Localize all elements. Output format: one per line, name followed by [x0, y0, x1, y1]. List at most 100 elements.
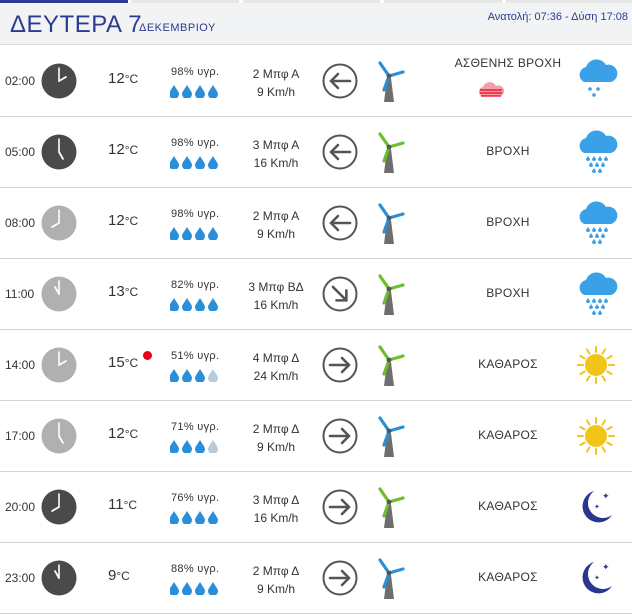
sun-icon [572, 340, 620, 390]
sunrise-sunset: Ανατολή: 07:36 - Δύση 17:08 [487, 11, 628, 23]
row-condition: ΚΑΘΑΡΟΣ [478, 428, 538, 442]
row-time: 11:00 [5, 287, 35, 301]
humidity-drops-icon [169, 226, 222, 241]
svg-text:✦: ✦ [594, 574, 600, 582]
temperature-unit: °C [124, 143, 139, 157]
row-humidity: 82% υγρ. [171, 279, 220, 291]
svg-text:✦: ✦ [594, 503, 600, 511]
cloud-rain-icon [572, 269, 620, 319]
svg-text:✦: ✦ [602, 563, 610, 573]
temperature-value: 11 [108, 496, 124, 513]
wind-speed: 24 Km/h [253, 369, 299, 383]
forecast-row: 08:00 12°C 98% υγρ. 2 Μπφ Α 9 Km/h ΒΡΟΧΗ [0, 188, 632, 259]
windmill-icon [371, 60, 407, 104]
clock-icon [41, 418, 77, 454]
row-temperature: 13°C [108, 283, 138, 300]
wind-direction-arrow-icon [322, 63, 358, 99]
wind-force: 3 Μπφ Δ [252, 493, 300, 507]
row-condition: ΒΡΟΧΗ [486, 144, 530, 158]
wind-direction-arrow-icon [322, 347, 358, 383]
clock-icon [41, 276, 77, 312]
moon-stars-icon: ✦ ✦ [572, 553, 620, 603]
temperature-unit: °C [116, 569, 130, 583]
wind-speed: 9 Km/h [256, 85, 295, 99]
humidity-drops-icon [169, 155, 222, 170]
row-condition: ΚΑΘΑΡΟΣ [478, 357, 538, 371]
wind-speed: 16 Km/h [253, 511, 299, 525]
row-humidity: 51% υγρ. [171, 350, 220, 362]
svg-text:✦: ✦ [602, 492, 610, 502]
row-time: 08:00 [5, 216, 36, 230]
windmill-icon [371, 202, 407, 246]
windmill-icon [371, 344, 407, 388]
day-title: ΔΕΥΤΕΡΑ 7 [10, 11, 143, 38]
hourly-forecast-list: 02:00 12°C 98% υγρ. 2 Μπφ Α 9 Km/h ΑΣΘΕΝ… [0, 46, 632, 614]
wind-speed: 9 Km/h [256, 227, 295, 241]
row-time: 14:00 [5, 358, 36, 372]
wind-direction-arrow-icon [322, 134, 358, 170]
clock-icon [41, 134, 77, 170]
wind-direction-arrow-icon [322, 276, 358, 312]
row-condition: ΚΑΘΑΡΟΣ [478, 570, 538, 584]
row-temperature: 15°C [108, 354, 138, 371]
wind-direction-arrow-icon [322, 560, 358, 596]
row-humidity: 88% υγρ. [171, 563, 220, 575]
wind-force: 2 Μπφ Δ [252, 564, 300, 578]
row-wind: 2 Μπφ Α 9 Km/h [236, 65, 316, 101]
temperature-value: 12 [108, 70, 125, 87]
row-time: 05:00 [5, 145, 36, 159]
windmill-icon [371, 415, 407, 459]
windmill-icon [371, 486, 407, 530]
temperature-unit: °C [124, 214, 139, 228]
temperature-unit: °C [123, 498, 138, 512]
windmill-icon [371, 557, 407, 601]
row-temperature: 11°C [108, 496, 137, 513]
temperature-unit: °C [124, 285, 139, 299]
temperature-unit: °C [124, 356, 139, 370]
month-label: ΔΕΚΕΜΒΡΙΟΥ [139, 22, 216, 34]
moon-stars-icon: ✦ ✦ [572, 482, 620, 532]
row-humidity: 98% υγρ. [171, 137, 220, 149]
temperature-value: 12 [108, 141, 125, 158]
wind-speed: 9 Km/h [256, 582, 295, 596]
row-wind: 3 Μπφ Δ 16 Km/h [236, 491, 316, 527]
alert-dot-icon [143, 351, 152, 360]
sun-icon [572, 411, 620, 461]
forecast-row: 14:00 15°C 51% υγρ. 4 Μπφ Δ 24 Km/h ΚΑΘΑ… [0, 330, 632, 401]
forecast-row: 05:00 12°C 98% υγρ. 3 Μπφ Α 16 Km/h ΒΡΟΧ… [0, 117, 632, 188]
row-wind: 2 Μπφ Δ 9 Km/h [236, 562, 316, 598]
humidity-drops-icon [169, 510, 222, 525]
wind-force: 3 Μπφ ΒΔ [248, 280, 304, 294]
row-time: 17:00 [5, 429, 36, 443]
forecast-row: 20:00 11°C 76% υγρ. 3 Μπφ Δ 16 Km/h ΚΑΘΑ… [0, 472, 632, 543]
day-header: ΔΕΥΤΕΡΑ 7 ΔΕΚΕΜΒΡΙΟΥ Ανατολή: 07:36 - Δύ… [0, 3, 632, 45]
forecast-row: 11:00 13°C 82% υγρ. 3 Μπφ ΒΔ 16 Km/h ΒΡΟ… [0, 259, 632, 330]
row-temperature: 12°C [108, 212, 138, 229]
row-condition: ΒΡΟΧΗ [486, 215, 530, 229]
humidity-drops-icon [169, 84, 222, 99]
row-temperature: 12°C [108, 70, 138, 87]
row-humidity: 98% υγρ. [171, 66, 220, 78]
clock-icon [41, 560, 77, 596]
humidity-drops-icon [169, 439, 222, 454]
cloud-light-rain-icon [572, 56, 620, 106]
windmill-icon [371, 131, 407, 175]
humidity-drops-icon [169, 297, 222, 312]
wind-speed: 16 Km/h [253, 156, 299, 170]
row-temperature: 12°C [108, 425, 138, 442]
row-time: 02:00 [5, 74, 36, 88]
row-wind: 3 Μπφ ΒΔ 16 Km/h [236, 278, 316, 314]
wind-direction-arrow-icon [322, 205, 358, 241]
row-temperature: 9°C [108, 567, 130, 584]
temperature-value: 15 [108, 354, 125, 371]
temperature-value: 12 [108, 212, 125, 229]
wind-speed: 9 Km/h [256, 440, 295, 454]
row-time: 23:00 [5, 571, 36, 585]
clock-icon [41, 205, 77, 241]
temperature-value: 13 [108, 283, 125, 300]
forecast-row: 17:00 12°C 71% υγρ. 2 Μπφ Δ 9 Km/h ΚΑΘΑΡ… [0, 401, 632, 472]
light-rain-icon [477, 82, 505, 100]
clock-icon [41, 63, 77, 99]
wind-direction-arrow-icon [322, 418, 358, 454]
temperature-unit: °C [124, 72, 139, 86]
